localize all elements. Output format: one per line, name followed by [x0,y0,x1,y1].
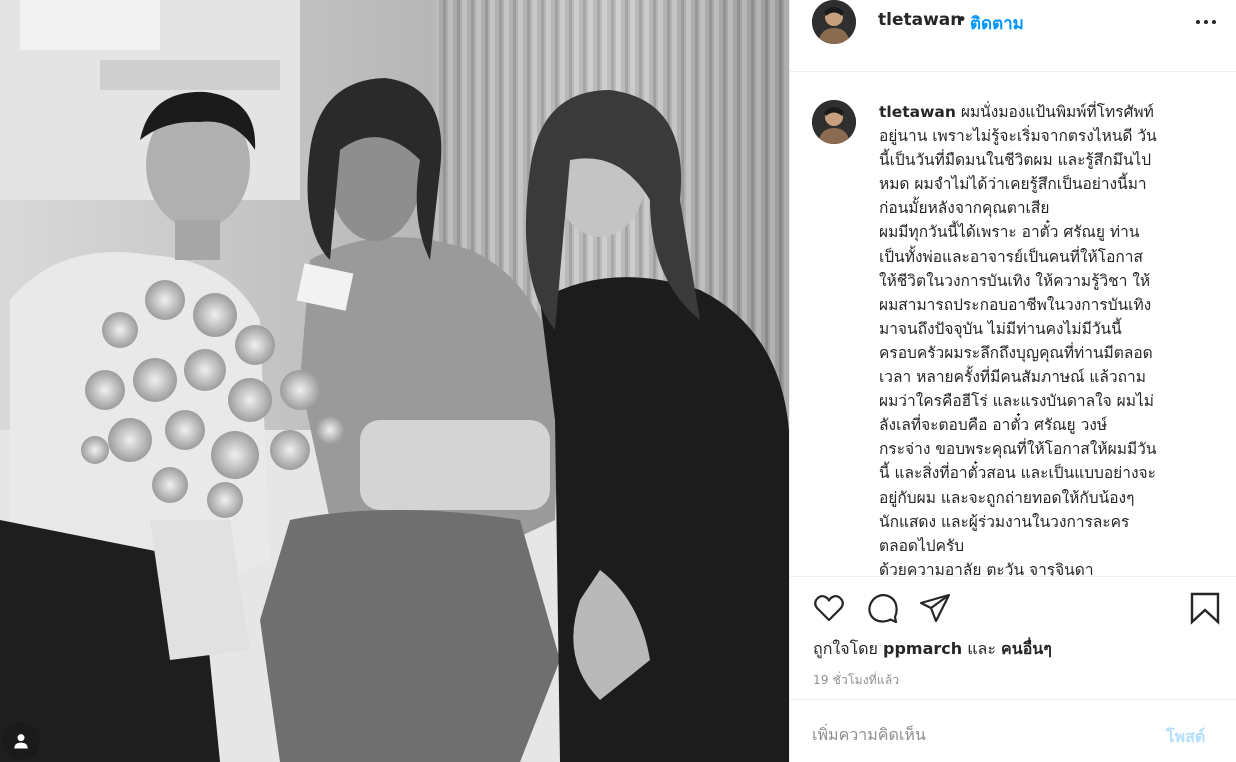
save-button[interactable] [1188,591,1222,625]
comment-box: โพสต์ [790,700,1236,762]
caption-line: ผมมีทุกวันนี้ได้เพราะ อาตั๋ว ศรัณยู ท่าน [879,223,1140,242]
caption-line: นี้เป็นวันที่มืดมนในชีวิตผม และรู้สึกมึน… [879,151,1152,170]
header-separator: • [957,10,968,30]
comments-area[interactable]: tletawan ผมนั่งมองแป้นพิมพ์ที่โทรศัพท์ อ… [790,72,1236,576]
caption-line: ก่อนมั้ยหลังจากคุณตาเสีย [879,199,1050,218]
caption-line: มาจนถึงปัจจุบัน ไม่มีท่านคงไม่มีวันนี้ [879,319,1122,338]
post-timestamp[interactable]: 19 ชั่วโมงที่แล้ว [813,671,899,690]
caption-username[interactable]: tletawan [879,103,956,121]
post-header: tletawan • ติดตาม [790,0,1236,72]
comment-bubble-icon [868,593,898,624]
likes-others-link[interactable]: คนอื่นๆ [1001,639,1052,658]
caption-line: ลังเลที่จะตอบคือ อาตั๋ว ศรัณยู วงษ์ [879,416,1108,435]
user-tag-button[interactable] [2,722,40,760]
caption-line: กระจ่าง ขอบพระคุณที่ให้โอกาสให้ผมมีวัน [879,440,1157,459]
comment-input[interactable] [812,722,1142,746]
likes-summary: ถูกใจโดย ppmarch และ คนอื่นๆ [813,637,1052,662]
post-caption: tletawan ผมนั่งมองแป้นพิมพ์ที่โทรศัพท์ อ… [879,100,1209,576]
comment-button[interactable] [866,591,900,625]
caption-line: อยู่กับผม และจะถูกถ่ายทอดให้กับน้องๆ [879,488,1135,507]
bookmark-icon [1190,592,1220,625]
liker-username[interactable]: ppmarch [883,639,962,658]
author-username[interactable]: tletawan [878,10,962,30]
caption-line: อยู่นาน เพราะไม่รู้จะเริ่มจากตรงไหนดี วั… [879,127,1157,146]
user-tag-icon [14,734,28,749]
caption-line: ครอบครัวผมระลึกถึงบุญคุณที่ท่านมีตลอด [879,343,1153,362]
more-options-button[interactable] [1194,10,1218,34]
post-side-panel: tletawan • ติดตาม tletawan ผมนั่งมองแป้น… [789,0,1236,762]
likes-connector: และ [962,639,1002,658]
caption-line: ด้วยความอาลัย ตะวัน จารุจินดา [879,560,1094,576]
heart-icon [814,595,844,622]
caption-line: ผมว่าใครคือฮีโร่ และแรงบันดาลใจ ผมไม่ [879,392,1154,411]
caption-line: ตลอดไปครับ [879,536,965,555]
caption-author-avatar[interactable] [812,100,856,144]
caption-line: นักแสดง และผู้ร่วมงานในวงการละคร [879,512,1130,531]
caption-line: นี้ และสิ่งที่อาตั๋วสอน และเป็นแบบอย่างจ… [879,464,1156,483]
avatar-image [812,0,856,44]
share-button[interactable] [918,591,952,625]
post-actions: ถูกใจโดย ppmarch และ คนอื่นๆ 19 ชั่วโมงท… [790,576,1236,700]
more-horizontal-icon [1196,20,1216,24]
likes-prefix: ถูกใจโดย [813,639,884,658]
author-avatar[interactable] [812,0,856,44]
paper-plane-icon [919,593,951,623]
avatar-image [812,100,856,144]
like-button[interactable] [812,591,846,625]
caption-line: ผมสามารถประกอบอาชีพในวงการบันเทิง [879,295,1152,314]
caption-line: เวลา หลายครั้งที่มีคนสัมภาษณ์ แล้วถาม [879,368,1146,387]
post-photo[interactable] [0,0,789,762]
post-comment-button[interactable]: โพสต์ [1166,725,1205,750]
photo-image [0,0,789,762]
caption-line: ผมนั่งมองแป้นพิมพ์ที่โทรศัพท์ [960,103,1154,121]
caption-line: หมด ผมจำไม่ได้ว่าเคยรู้สึกเป็นอย่างนี้มา [879,175,1147,194]
follow-button[interactable]: ติดตาม [970,10,1024,37]
caption-line: เป็นทั้งพ่อและอาจารย์เป็นคนที่ให้โอกาส [879,247,1143,266]
caption-line: ให้ชีวิตในวงการบันเทิง ให้ความรู้วิชา ให… [879,271,1151,290]
